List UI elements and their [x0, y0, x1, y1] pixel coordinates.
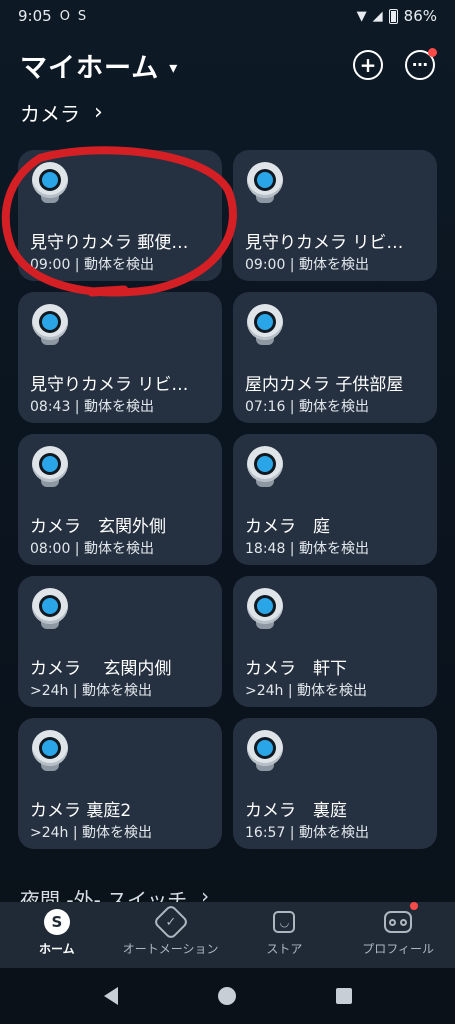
plus-icon: +	[359, 53, 377, 77]
camera-status: >24h | 動体を検出	[30, 825, 153, 841]
camera-icon	[247, 446, 283, 488]
camera-status: >24h | 動体を検出	[245, 683, 368, 699]
camera-card[interactable]: カメラ 軒下 >24h | 動体を検出	[233, 576, 437, 707]
app-notification-icon: S	[77, 8, 87, 24]
notification-badge	[410, 902, 419, 910]
nav-automation[interactable]: ✓ オートメーション	[116, 903, 226, 957]
camera-card[interactable]: 見守りカメラ リビ… 09:00 | 動体を検出	[233, 150, 437, 281]
status-left: 9:05 O S	[18, 7, 86, 25]
camera-icon	[32, 304, 68, 346]
chevron-right-icon: ›	[94, 100, 103, 125]
nav-label: ホーム	[39, 942, 75, 956]
camera-name: 見守りカメラ リビ…	[30, 375, 189, 395]
cameras-section-link[interactable]: カメラ ›	[20, 98, 103, 127]
switch-section-link[interactable]: 夜間 -外- スイッチ ›	[20, 884, 209, 902]
notification-badge	[428, 48, 437, 57]
camera-name: カメラ 軒下	[245, 659, 347, 679]
home-logo-icon: S	[43, 909, 70, 935]
camera-status: 08:00 | 動体を検出	[30, 541, 154, 557]
system-home-icon[interactable]	[217, 987, 236, 1005]
battery-icon	[388, 8, 398, 24]
nav-profile[interactable]: プロフィール	[343, 902, 453, 957]
camera-icon	[32, 446, 68, 488]
camera-status: 09:00 | 動体を検出	[245, 257, 369, 273]
camera-grid: 見守りカメラ 郵便… 09:00 | 動体を検出 見守りカメラ リビ… 09:0…	[18, 150, 437, 849]
section-title: 夜間 -外- スイッチ	[20, 888, 188, 902]
camera-icon	[247, 162, 283, 204]
wifi-icon: ▼	[356, 8, 367, 24]
nav-store[interactable]: ◡ ストア	[229, 908, 339, 957]
app-header: マイホーム ▾ + ⋯	[0, 40, 455, 90]
back-icon[interactable]	[103, 987, 118, 1005]
camera-name: カメラ 玄関外側	[30, 517, 166, 537]
camera-icon	[247, 588, 283, 630]
recent-apps-icon[interactable]	[335, 988, 352, 1004]
camera-status: 08:43 | 動体を検出	[30, 399, 154, 415]
camera-icon	[32, 730, 68, 772]
store-bag-icon: ◡	[270, 908, 298, 936]
camera-card[interactable]: 見守りカメラ 郵便… 09:00 | 動体を検出	[18, 150, 222, 281]
nav-label: オートメーション	[122, 942, 219, 956]
nav-label: ストア	[266, 942, 303, 956]
camera-status: >24h | 動体を検出	[30, 683, 153, 699]
system-nav-bar	[0, 968, 455, 1024]
camera-card[interactable]: 屋内カメラ 子供部屋 07:16 | 動体を検出	[233, 292, 437, 423]
camera-icon	[32, 162, 68, 204]
camera-name: 屋内カメラ 子供部屋	[245, 375, 404, 395]
camera-name: カメラ 玄関内側	[30, 659, 172, 679]
bag-icon: ◡	[273, 911, 296, 933]
camera-status: 16:57 | 動体を検出	[245, 825, 369, 841]
check-icon: ✓	[165, 914, 177, 930]
status-time: 9:05	[18, 7, 52, 25]
camera-status: 07:16 | 動体を検出	[245, 399, 369, 415]
camera-card[interactable]: カメラ 玄関内側 >24h | 動体を検出	[18, 576, 222, 707]
camera-name: カメラ 裏庭	[245, 801, 347, 821]
more-button[interactable]: ⋯	[405, 48, 437, 80]
section-title: カメラ	[20, 102, 80, 126]
more-icon: ⋯	[412, 55, 428, 74]
camera-card[interactable]: カメラ 裏庭 16:57 | 動体を検出	[233, 718, 437, 849]
battery-level: 86%	[403, 7, 437, 25]
camera-name: カメラ 裏庭2	[30, 801, 132, 821]
camera-icon	[32, 588, 68, 630]
nav-home[interactable]: S ホーム	[2, 908, 112, 957]
camera-status: 09:00 | 動体を検出	[30, 257, 154, 273]
nav-label: プロフィール	[362, 942, 434, 956]
camera-card[interactable]: カメラ 裏庭2 >24h | 動体を検出	[18, 718, 222, 849]
chevron-down-icon[interactable]: ▾	[169, 58, 177, 77]
profile-robot-icon	[384, 902, 419, 936]
home-selector-title[interactable]: マイホーム	[20, 46, 159, 85]
bottom-nav: S ホーム ✓ オートメーション ◡ ストア プロフィール	[0, 902, 455, 968]
home-icon: S	[43, 908, 71, 936]
camera-name: 見守りカメラ 郵便…	[30, 233, 189, 253]
chevron-right-icon: ›	[201, 884, 210, 902]
automation-icon: ✓	[152, 903, 190, 941]
app-notification-icon: O	[59, 8, 70, 24]
camera-name: カメラ 庭	[245, 517, 330, 537]
camera-status: 18:48 | 動体を検出	[245, 541, 369, 557]
signal-icon: ◢	[372, 8, 383, 24]
status-bar: 9:05 O S ▼ ◢ 86%	[0, 0, 455, 32]
camera-card[interactable]: カメラ 玄関外側 08:00 | 動体を検出	[18, 434, 222, 565]
camera-card[interactable]: カメラ 庭 18:48 | 動体を検出	[233, 434, 437, 565]
add-button[interactable]: +	[353, 50, 383, 80]
camera-icon	[247, 730, 283, 772]
camera-card[interactable]: 見守りカメラ リビ… 08:43 | 動体を検出	[18, 292, 222, 423]
status-right: ▼ ◢ 86%	[357, 7, 437, 25]
camera-icon	[247, 304, 283, 346]
header-actions: + ⋯	[353, 48, 437, 80]
camera-name: 見守りカメラ リビ…	[245, 233, 404, 253]
